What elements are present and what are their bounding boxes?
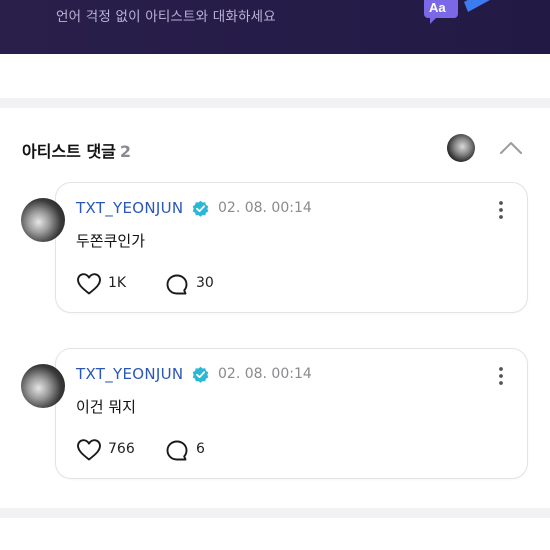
heart-icon[interactable] <box>76 438 102 462</box>
translate-icon-label: Aa <box>429 0 446 15</box>
comment-bubble[interactable]: TXT_YEONJUN 02. 08. 00:14 이건 뭐지 766 6 <box>55 348 528 479</box>
translate-icon: Aa <box>424 0 490 24</box>
translation-banner[interactable]: 언어 걱정 없이 아티스트와 대화하세요 Aa <box>0 0 550 54</box>
like-count: 766 <box>108 441 135 457</box>
speech-bubble-icon[interactable] <box>165 439 189 463</box>
verified-badge-icon <box>192 200 209 217</box>
comment-bubble[interactable]: TXT_YEONJUN 02. 08. 00:14 두쫀쿠인가 1K 30 <box>55 182 528 313</box>
like-count: 1K <box>108 275 127 291</box>
heart-icon[interactable] <box>76 272 102 296</box>
more-vertical-icon[interactable] <box>496 365 506 387</box>
speech-bubble-icon[interactable] <box>165 273 189 297</box>
section-title-text: 아티스트 댓글 <box>22 142 116 161</box>
artist-avatar-filter[interactable] <box>447 134 475 162</box>
avatar[interactable] <box>21 198 65 242</box>
comment-author[interactable]: TXT_YEONJUN <box>76 199 183 217</box>
comment-author[interactable]: TXT_YEONJUN <box>76 365 183 383</box>
reply-count: 30 <box>196 275 214 291</box>
comment-timestamp: 02. 08. 00:14 <box>218 200 312 216</box>
comment-count: 2 <box>119 142 132 161</box>
artist-comments-section: 아티스트 댓글 2 TXT_YEONJUN 02. 08. 00:14 두쫀쿠인가… <box>0 108 550 508</box>
comment-text: 두쫀쿠인가 <box>76 232 146 250</box>
comment-timestamp: 02. 08. 00:14 <box>218 366 312 382</box>
section-divider <box>0 508 550 518</box>
avatar[interactable] <box>21 364 65 408</box>
more-vertical-icon[interactable] <box>496 199 506 221</box>
reply-count: 6 <box>196 441 205 457</box>
comment-text: 이건 뭐지 <box>76 398 136 416</box>
spacer <box>0 54 550 98</box>
banner-text: 언어 걱정 없이 아티스트와 대화하세요 <box>56 9 276 25</box>
chevron-up-icon[interactable] <box>498 138 524 158</box>
section-title: 아티스트 댓글 2 <box>22 138 131 162</box>
section-divider <box>0 98 550 108</box>
verified-badge-icon <box>192 366 209 383</box>
spacer <box>0 518 550 550</box>
comment-item: TXT_YEONJUN 02. 08. 00:14 이건 뭐지 766 6 <box>0 348 550 498</box>
comment-item: TXT_YEONJUN 02. 08. 00:14 두쫀쿠인가 1K 30 <box>0 182 550 332</box>
